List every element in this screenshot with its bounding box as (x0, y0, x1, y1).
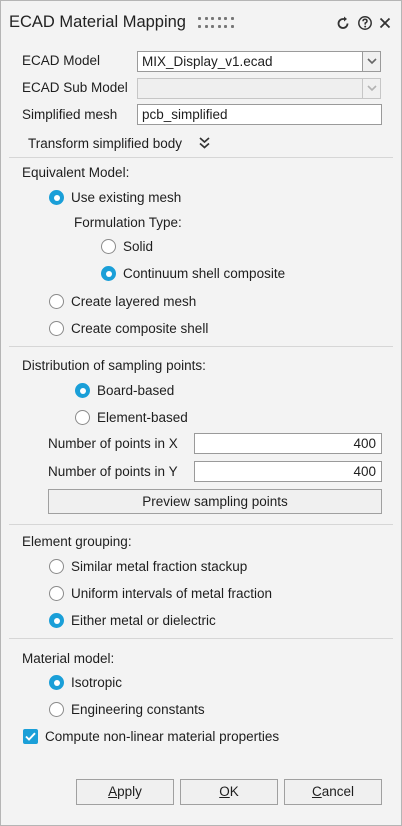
preview-sampling-points-button[interactable]: Preview sampling points (48, 489, 382, 514)
create-composite-shell-label[interactable]: Create composite shell (71, 321, 208, 336)
continuum-shell-composite-radio[interactable] (101, 266, 116, 281)
solid-label[interactable]: Solid (123, 239, 153, 254)
ecad-model-select[interactable]: MIX_Display_v1.ecad (137, 51, 363, 72)
ecad-material-mapping-panel: ECAD Material Mapping ECAD Model MIX_Dis… (0, 0, 402, 826)
use-existing-mesh-radio[interactable] (49, 190, 64, 205)
ok-button[interactable]: OK (180, 779, 278, 805)
double-chevron-down-icon[interactable] (198, 136, 211, 150)
create-layered-mesh-label[interactable]: Create layered mesh (71, 294, 196, 309)
ecad-sub-model-label: ECAD Sub Model (22, 80, 128, 95)
uniform-intervals-label[interactable]: Uniform intervals of metal fraction (71, 586, 272, 601)
cancel-mnemonic: C (311, 784, 322, 799)
continuum-shell-composite-label[interactable]: Continuum shell composite (123, 266, 285, 281)
help-icon[interactable] (357, 15, 373, 31)
divider (9, 157, 393, 158)
apply-label-rest: pply (117, 784, 142, 799)
distribution-heading: Distribution of sampling points: (22, 358, 206, 373)
element-based-label[interactable]: Element-based (97, 410, 188, 425)
create-layered-mesh-radio[interactable] (49, 294, 64, 309)
element-grouping-heading: Element grouping: (22, 534, 132, 549)
transform-simplified-body-label[interactable]: Transform simplified body (28, 136, 182, 151)
points-x-label: Number of points in X (48, 436, 178, 451)
compute-nonlinear-label[interactable]: Compute non-linear material properties (45, 729, 279, 744)
points-y-label: Number of points in Y (48, 464, 178, 479)
points-y-input[interactable]: 400 (194, 461, 382, 482)
apply-mnemonic: A (108, 784, 118, 799)
points-x-input[interactable]: 400 (194, 433, 382, 454)
either-metal-or-dielectric-radio[interactable] (49, 613, 64, 628)
ecad-model-dropdown-button[interactable] (362, 51, 381, 72)
equivalent-model-heading: Equivalent Model: (22, 165, 130, 180)
similar-metal-fraction-radio[interactable] (49, 559, 64, 574)
simplified-mesh-label: Simplified mesh (22, 107, 118, 122)
compute-nonlinear-checkbox[interactable] (23, 729, 38, 744)
element-based-radio[interactable] (75, 410, 90, 425)
isotropic-label[interactable]: Isotropic (71, 675, 122, 690)
reset-icon[interactable] (335, 15, 351, 31)
create-composite-shell-radio[interactable] (49, 321, 64, 336)
material-model-heading: Material model: (22, 651, 115, 666)
panel-title: ECAD Material Mapping (9, 13, 186, 31)
board-based-radio[interactable] (75, 383, 90, 398)
formulation-type-heading: Formulation Type: (74, 215, 182, 230)
use-existing-mesh-label[interactable]: Use existing mesh (71, 190, 181, 205)
divider (9, 524, 393, 525)
close-icon[interactable] (377, 15, 393, 31)
drag-grip-icon[interactable] (198, 17, 238, 29)
checkmark-icon (25, 732, 36, 741)
board-based-label[interactable]: Board-based (97, 383, 174, 398)
title-bar: ECAD Material Mapping (1, 1, 401, 45)
ok-label-rest: K (229, 784, 239, 799)
ok-mnemonic: O (219, 784, 230, 799)
cancel-label-rest: ancel (321, 784, 355, 799)
isotropic-radio[interactable] (49, 675, 64, 690)
simplified-mesh-input[interactable]: pcb_simplified (137, 104, 382, 125)
engineering-constants-label[interactable]: Engineering constants (71, 702, 205, 717)
ecad-sub-model-dropdown-button (362, 78, 381, 99)
cancel-button[interactable]: Cancel (284, 779, 382, 805)
engineering-constants-radio[interactable] (49, 702, 64, 717)
chevron-down-icon (366, 58, 377, 65)
ecad-model-label: ECAD Model (22, 53, 101, 68)
divider (9, 346, 393, 347)
solid-radio[interactable] (101, 239, 116, 254)
uniform-intervals-radio[interactable] (49, 586, 64, 601)
divider (9, 638, 393, 639)
apply-button[interactable]: Apply (76, 779, 174, 805)
chevron-down-icon (366, 85, 377, 92)
similar-metal-fraction-label[interactable]: Similar metal fraction stackup (71, 559, 247, 574)
ecad-sub-model-select (137, 78, 363, 99)
either-metal-or-dielectric-label[interactable]: Either metal or dielectric (71, 613, 216, 628)
